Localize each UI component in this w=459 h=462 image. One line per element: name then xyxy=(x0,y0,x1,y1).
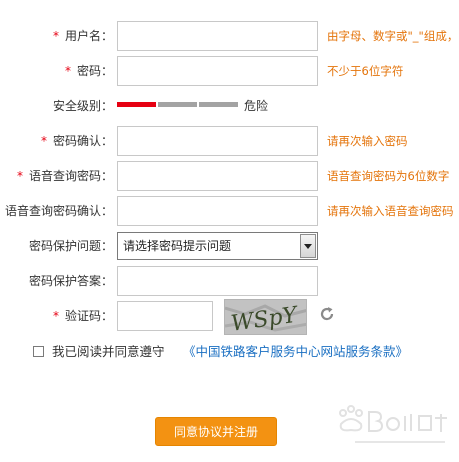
terms-link[interactable]: 《中国铁路客户服务中心网站服务条款》 xyxy=(183,342,408,362)
username-input[interactable] xyxy=(117,21,318,51)
strength-row: 安全级别： 危险 xyxy=(0,91,459,121)
required-mark: * xyxy=(52,309,59,323)
voice-password-row: * 语音查询密码： 语音查询密码为6位数字 xyxy=(0,161,459,191)
voice-password-confirm-label: 语音查询密码确认： xyxy=(4,204,113,218)
voice-password-confirm-row: 语音查询密码确认： 请再次输入语音查询密码 xyxy=(0,196,459,226)
security-question-selected: 请选择密码提示问题 xyxy=(123,239,232,253)
captcha-row: * 验证码： WSpY xyxy=(0,299,459,335)
confirm-password-hint: 请再次输入密码 xyxy=(327,134,408,148)
voice-password-input[interactable] xyxy=(117,161,318,191)
strength-text: 危险 xyxy=(244,99,269,113)
security-answer-label: 密码保护答案： xyxy=(28,274,113,288)
captcha-image[interactable]: WSpY xyxy=(224,299,307,335)
voice-password-confirm-input[interactable] xyxy=(117,196,318,226)
captcha-input[interactable] xyxy=(117,301,213,331)
security-question-select[interactable]: 请选择密码提示问题 xyxy=(117,232,318,260)
agreement-text: 我已阅读并同意遵守 xyxy=(52,344,165,359)
username-hint: 由字母、数字或"_"组成， xyxy=(327,29,459,43)
password-label: * 密码： xyxy=(64,64,113,78)
confirm-password-row: * 密码确认： 请再次输入密码 xyxy=(0,126,459,156)
security-answer-input[interactable] xyxy=(117,266,318,296)
voice-password-label: * 语音查询密码： xyxy=(16,169,113,183)
confirm-password-input[interactable] xyxy=(117,126,318,156)
security-answer-row: 密码保护答案： xyxy=(0,266,459,296)
refresh-icon[interactable] xyxy=(318,305,336,323)
strength-bar-strong xyxy=(199,102,238,107)
required-mark: * xyxy=(40,134,47,148)
password-row: * 密码： 不少于6位字符 xyxy=(0,56,459,86)
security-question-row: 密码保护问题： 请选择密码提示问题 xyxy=(0,231,459,261)
required-mark: * xyxy=(64,64,71,78)
voice-password-hint: 语音查询密码为6位数字 xyxy=(327,169,450,183)
password-hint: 不少于6位字符 xyxy=(327,64,404,78)
agree-and-register-button[interactable]: 同意协议并注册 xyxy=(155,417,277,446)
username-label: * 用户名： xyxy=(52,29,113,43)
chevron-down-icon[interactable] xyxy=(300,234,316,258)
strength-bar-medium xyxy=(158,102,197,107)
confirm-password-label: * 密码确认： xyxy=(40,134,113,148)
voice-password-confirm-hint: 请再次输入语音查询密码 xyxy=(327,204,454,218)
security-question-label: 密码保护问题： xyxy=(28,239,113,253)
baidu-watermark-logo xyxy=(335,404,453,448)
username-row: * 用户名： 由字母、数字或"_"组成， xyxy=(0,21,459,51)
agreement-checkbox[interactable] xyxy=(33,346,44,357)
required-mark: * xyxy=(52,29,59,43)
strength-bar-weak xyxy=(117,102,156,107)
strength-label: 安全级别： xyxy=(52,99,113,113)
required-mark: * xyxy=(16,169,23,183)
captcha-label: * 验证码： xyxy=(52,309,113,323)
password-input[interactable] xyxy=(117,56,318,86)
